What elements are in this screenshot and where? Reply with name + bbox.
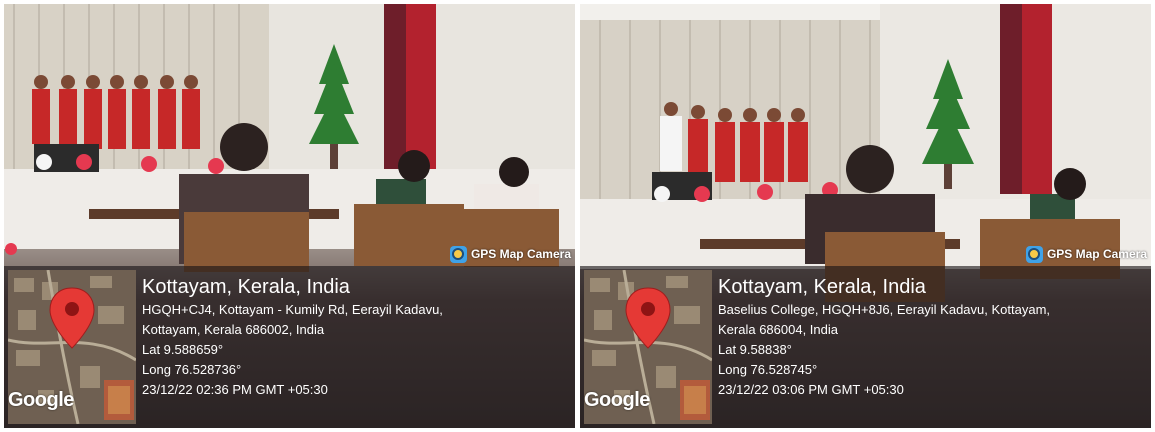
watermark-text: GPS Map Camera <box>470 247 571 261</box>
map-thumbnail: Google <box>8 270 136 424</box>
watermark-text: GPS Map Camera <box>1046 247 1147 261</box>
address-line-2: Kottayam, Kerala 686002, India <box>142 322 325 337</box>
google-logo: Google <box>584 389 650 411</box>
timestamp: 23/12/22 03:06 PM GMT +05:30 <box>718 382 904 397</box>
location-overlay: Google Kottayam, Kerala, India Baselius … <box>580 266 1151 428</box>
location-details: Kottayam, Kerala, India Baselius College… <box>718 274 1145 400</box>
latitude: Lat 9.58838° <box>718 342 792 357</box>
longitude: Long 76.528745° <box>718 362 818 377</box>
google-logo: Google <box>8 389 74 411</box>
gps-camera-icon <box>1025 245 1043 263</box>
latitude: Lat 9.588659° <box>142 342 224 357</box>
location-details: Kottayam, Kerala, India HGQH+CJ4, Kottay… <box>142 274 569 400</box>
photo-right: GPS Map Camera Google Kottayam, Kerala, … <box>580 4 1151 428</box>
gps-camera-icon <box>449 245 467 263</box>
location-overlay: Google Kottayam, Kerala, India HGQH+CJ4,… <box>4 266 575 428</box>
city-title: Kottayam, Kerala, India <box>718 276 926 298</box>
gps-camera-watermark: GPS Map Camera <box>449 244 571 264</box>
longitude: Long 76.528736° <box>142 362 242 377</box>
gps-camera-watermark: GPS Map Camera <box>1025 244 1147 264</box>
address-line-1: Baselius College, HGQH+8J6, Eerayil Kada… <box>718 302 1051 317</box>
map-thumbnail: Google <box>584 270 712 424</box>
photo-left: GPS Map Camera Google Kottayam, Kerala, … <box>4 4 575 428</box>
address-line-2: Kerala 686004, India <box>718 322 838 337</box>
timestamp: 23/12/22 02:36 PM GMT +05:30 <box>142 382 328 397</box>
city-title: Kottayam, Kerala, India <box>142 276 350 298</box>
address-line-1: HGQH+CJ4, Kottayam - Kumily Rd, Eerayil … <box>142 302 443 317</box>
